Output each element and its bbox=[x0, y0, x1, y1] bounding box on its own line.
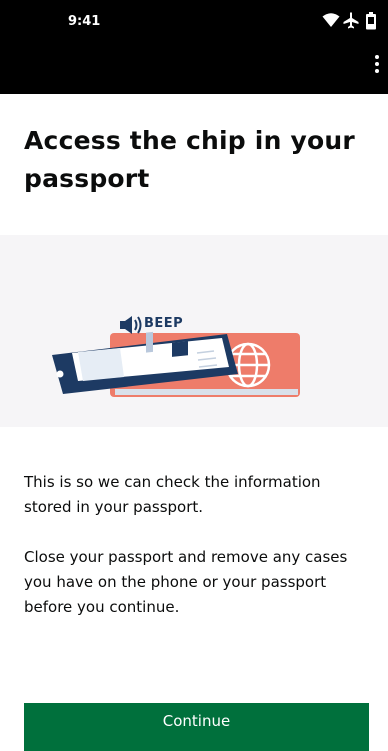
instruction-text: Close your passport and remove any cases… bbox=[24, 548, 348, 616]
wifi-icon bbox=[322, 13, 340, 27]
more-vertical-icon[interactable] bbox=[372, 55, 382, 77]
passport-scan-illustration: BEEP bbox=[0, 235, 388, 427]
beep-label: BEEP bbox=[144, 316, 184, 331]
explanation-text: This is so we can check the information … bbox=[24, 473, 321, 516]
continue-button[interactable]: Continue bbox=[24, 703, 369, 751]
airplane-icon bbox=[343, 12, 359, 29]
status-icons bbox=[322, 12, 380, 30]
battery-icon bbox=[366, 12, 376, 30]
status-bar: 9:41 bbox=[0, 0, 388, 94]
speaker-icon bbox=[120, 316, 142, 334]
status-time: 9:41 bbox=[68, 14, 101, 29]
page-title: Access the chip in your passport bbox=[24, 126, 355, 193]
